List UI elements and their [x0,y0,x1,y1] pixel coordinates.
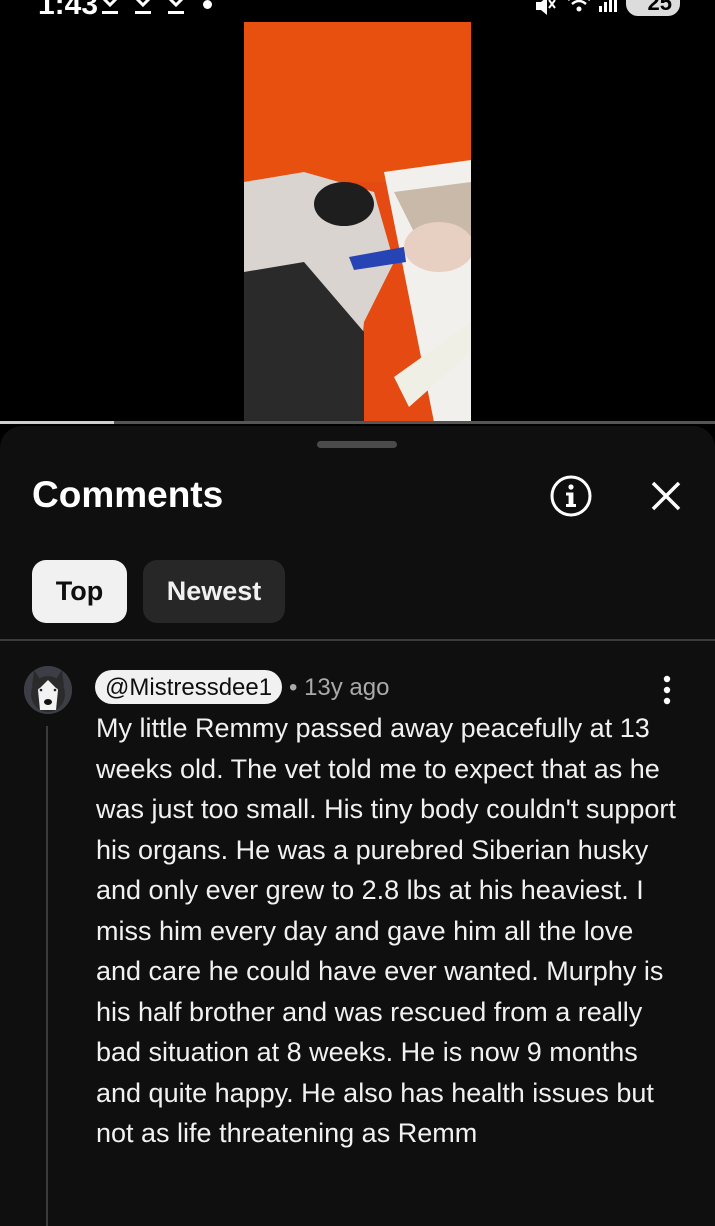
battery-icon: 25 [626,0,680,16]
video-player[interactable] [244,22,471,422]
info-icon[interactable] [549,474,593,518]
status-time: 1:43 [38,0,99,21]
filter-chip-top[interactable]: Top [32,560,127,623]
video-progress-fill [0,421,115,424]
download-icon [135,0,151,14]
comments-title: Comments [32,474,224,515]
video-frame-image [244,22,471,422]
filter-chip-newest[interactable]: Newest [143,560,285,623]
drag-handle[interactable] [317,441,397,448]
comments-sheet: Comments Top Newest @Mistressdee1 • 13y … [0,426,715,1226]
close-icon[interactable] [648,478,684,514]
husky-avatar-image [24,666,72,714]
status-bar: 1:43 25 [0,0,715,22]
download-icon [102,0,118,14]
video-progress-bar[interactable] [0,421,715,424]
mute-icon [536,0,556,15]
comment-timestamp: • 13y ago [289,674,390,701]
battery-level: 25 [647,0,672,15]
more-vert-icon[interactable] [654,674,680,706]
thread-line [46,726,48,1226]
comment-author[interactable]: @Mistressdee1 [95,670,283,704]
wifi-icon [568,0,590,12]
signal-icon [599,0,617,12]
avatar[interactable] [24,666,72,714]
divider [0,639,715,641]
comment-text: My little Remmy passed away peacefully a… [96,713,676,1148]
download-icon [168,0,184,14]
notification-dot [203,0,212,9]
